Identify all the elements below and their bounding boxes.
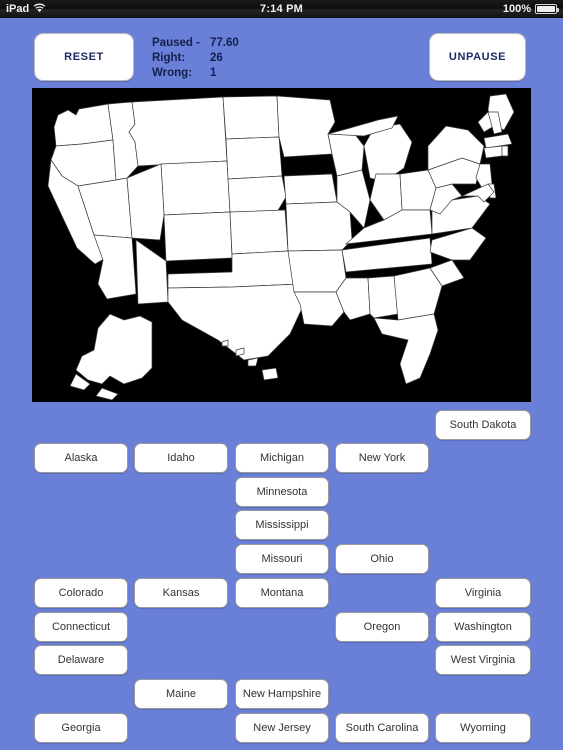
state-answer-button[interactable]: South Carolina — [335, 713, 429, 743]
state-answer-grid: South Dakota Alaska Idaho Michigan New York M… — [0, 402, 563, 750]
state-answer-button[interactable]: Virginia — [435, 578, 531, 608]
score-panel: Paused - 77.60 Right: 26 Wrong: 1 — [152, 36, 239, 81]
state-arkansas — [287, 249, 347, 293]
state-answer-button[interactable]: New Jersey — [235, 713, 329, 743]
state-colorado — [163, 211, 233, 262]
state-alabama — [367, 275, 399, 319]
state-answer-button[interactable]: Washington — [435, 612, 531, 642]
state-rhode-island — [501, 145, 509, 157]
right-label: Right: — [152, 52, 186, 64]
reset-button[interactable]: RESET — [34, 33, 134, 81]
state-answer-button[interactable]: South Dakota — [435, 410, 531, 440]
battery-percent-label: 100% — [502, 3, 531, 15]
battery-full-icon — [535, 4, 559, 14]
state-minnesota — [276, 95, 336, 158]
carrier-label: iPad — [6, 3, 30, 15]
state-answer-button[interactable]: Oregon — [335, 612, 429, 642]
map-states — [47, 93, 515, 401]
state-florida — [373, 313, 439, 385]
state-answer-button[interactable]: Alaska — [34, 443, 128, 473]
state-answer-button[interactable]: Montana — [235, 578, 329, 608]
state-answer-button[interactable]: Connecticut — [34, 612, 128, 642]
state-nebraska — [227, 175, 287, 213]
state-answer-button[interactable]: Ohio — [335, 544, 429, 574]
state-answer-button[interactable]: Maine — [134, 679, 228, 709]
timer-value: 77.60 — [210, 37, 239, 49]
unpause-button[interactable]: UNPAUSE — [429, 33, 526, 81]
wrong-value: 1 — [210, 67, 217, 79]
state-north-dakota — [222, 95, 280, 140]
state-south-dakota — [225, 136, 283, 180]
state-wyoming — [160, 160, 231, 216]
map-svg[interactable] — [32, 88, 531, 402]
state-missouri — [285, 201, 353, 252]
wifi-icon — [33, 3, 46, 16]
state-answer-button[interactable]: Colorado — [34, 578, 128, 608]
state-answer-button[interactable]: West Virginia — [435, 645, 531, 675]
state-answer-button[interactable]: Missouri — [235, 544, 329, 574]
state-answer-button[interactable]: New Hampshire — [235, 679, 329, 709]
state-louisiana — [293, 291, 345, 327]
state-montana — [128, 96, 228, 167]
state-alaska — [69, 313, 153, 401]
status-bar-right: 100% — [383, 3, 563, 15]
state-iowa — [283, 173, 338, 205]
state-answer-button[interactable]: Kansas — [134, 578, 228, 608]
state-new-mexico — [135, 239, 169, 305]
state-texas — [167, 283, 305, 361]
game-toolbar: RESET Paused - 77.60 Right: 26 Wrong: 1 … — [0, 18, 563, 88]
state-answer-button[interactable]: Michigan — [235, 443, 329, 473]
timer-label: Paused - — [152, 37, 200, 49]
state-answer-button[interactable]: New York — [335, 443, 429, 473]
state-utah — [126, 163, 165, 241]
ios-status-bar: iPad 7:14 PM 100% — [0, 0, 563, 18]
state-washington — [53, 103, 114, 147]
state-answer-button[interactable]: Delaware — [34, 645, 128, 675]
state-answer-button[interactable]: Minnesota — [235, 477, 329, 507]
state-arizona — [93, 234, 137, 300]
united-states-map[interactable] — [32, 88, 531, 402]
state-answer-button[interactable]: Georgia — [34, 713, 128, 743]
right-value: 26 — [210, 52, 223, 64]
state-kansas — [229, 209, 289, 255]
status-bar-left: iPad — [0, 3, 180, 16]
wrong-label: Wrong: — [152, 67, 193, 79]
state-answer-button[interactable]: Mississippi — [235, 510, 329, 540]
status-bar-clock: 7:14 PM — [260, 3, 303, 15]
state-answer-button[interactable]: Idaho — [134, 443, 228, 473]
state-connecticut — [483, 145, 503, 159]
state-answer-button[interactable]: Wyoming — [435, 713, 531, 743]
